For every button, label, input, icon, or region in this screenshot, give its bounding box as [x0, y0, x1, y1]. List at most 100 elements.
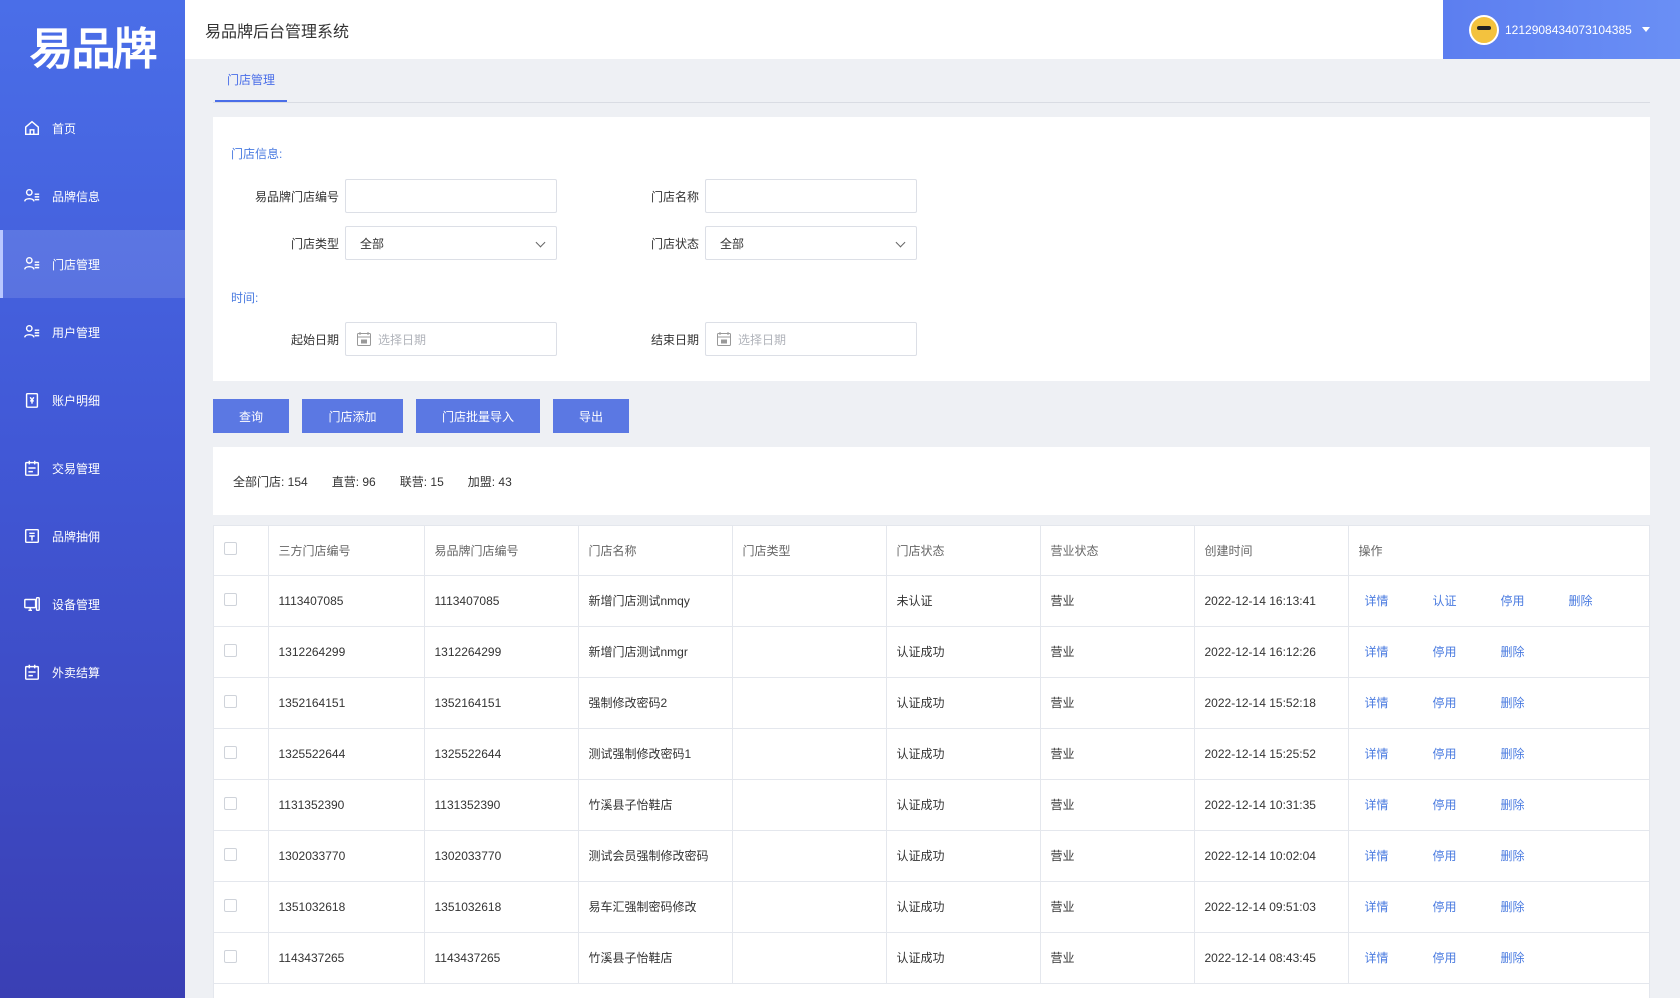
store-icon [22, 254, 42, 274]
row-action-link[interactable]: 删除 [1495, 949, 1563, 966]
select-all-checkbox[interactable] [224, 542, 237, 556]
row-action-link[interactable]: 停用 [1495, 592, 1563, 609]
row-action-link[interactable]: 详情 [1359, 847, 1427, 864]
cell-store-no: 1352164151 [424, 677, 579, 729]
store-type-select[interactable]: 全部 [345, 226, 557, 260]
chevron-down-icon [535, 237, 546, 248]
column-header: 门店名称 [578, 526, 733, 576]
cell-name: 新增门店测试nmqy [578, 575, 733, 627]
sidebar-item-settlement[interactable]: 外卖结算 [0, 638, 185, 706]
cell-created: 2022-12-14 16:12:26 [1194, 626, 1349, 678]
row-select-cell [214, 779, 269, 831]
row-checkbox[interactable] [224, 694, 237, 708]
row-action-link[interactable]: 删除 [1563, 592, 1631, 609]
column-header: 营业状态 [1040, 526, 1195, 576]
tab-store-management[interactable]: 门店管理 [215, 58, 288, 102]
cell-type [732, 881, 887, 933]
store-type-label: 门店类型 [290, 236, 339, 251]
store-status-select[interactable]: 全部 [705, 226, 917, 260]
table-row: 1325522644 1325522644 测试强制修改密码1 认证成功 营业 2022-… [214, 728, 1649, 780]
store-stats: 全部门店: 154 直营: 96 联营: 15 加盟: 43 [213, 447, 1650, 515]
cell-created: 2022-12-14 10:02:04 [1194, 830, 1349, 882]
store-name-input[interactable] [705, 179, 917, 213]
table-row: 1113407085 1113407085 新增门店测试nmqy 未认证 营业 2022-… [214, 575, 1649, 627]
row-checkbox[interactable] [224, 847, 237, 861]
sidebar-item-device[interactable]: 设备管理 [0, 570, 185, 638]
user-menu[interactable]: 1212908434073104385 [1443, 0, 1680, 59]
row-action-link[interactable]: 停用 [1427, 898, 1495, 915]
column-header: 创建时间 [1194, 526, 1349, 576]
sidebar-item-brand-info[interactable]: 品牌信息 [0, 162, 185, 230]
row-action-link[interactable]: 停用 [1427, 745, 1495, 762]
row-checkbox[interactable] [224, 745, 237, 759]
sidebar-item-store[interactable]: 门店管理 [0, 230, 185, 298]
row-action-link[interactable]: 删除 [1495, 745, 1563, 762]
cell-third-no: 1351032618 [268, 881, 425, 933]
sidebar-item-label: 首页 [52, 121, 77, 136]
store-no-input[interactable] [345, 179, 557, 213]
store-status-row: 门店状态 全部 [605, 226, 917, 260]
cell-third-no: 1143437265 [268, 932, 425, 984]
start-date-picker[interactable]: 选择日期 [345, 322, 557, 356]
cell-name: 测试会员强制修改密码 [578, 830, 733, 882]
row-action-link[interactable]: 删除 [1495, 694, 1563, 711]
system-title: 易品牌后台管理系统 [205, 23, 350, 41]
store-name-row: 门店名称 [605, 179, 917, 213]
cell-type [732, 779, 887, 831]
stat-franchise: 加盟: 43 [467, 474, 512, 489]
row-action-link[interactable]: 删除 [1495, 796, 1563, 813]
logo: 易品牌 [0, 0, 185, 90]
sidebar-item-trade[interactable]: 交易管理 [0, 434, 185, 502]
cell-operations: 详情 停用 删除 [1348, 626, 1649, 678]
row-action-link[interactable]: 认证 [1427, 592, 1495, 609]
sidebar-item-commission[interactable]: 品牌抽佣 [0, 502, 185, 570]
sidebar-item-home[interactable]: 首页 [0, 94, 185, 162]
batch-import-button[interactable]: 门店批量导入 [416, 399, 540, 433]
row-checkbox[interactable] [224, 643, 237, 657]
row-checkbox[interactable] [224, 898, 237, 912]
store-info-section-label: 门店信息: [231, 147, 283, 161]
row-action-link[interactable]: 停用 [1427, 949, 1495, 966]
row-action-link[interactable]: 详情 [1359, 796, 1427, 813]
add-store-button[interactable]: 门店添加 [302, 399, 403, 433]
row-action-link[interactable]: 删除 [1495, 847, 1563, 864]
sidebar-item-user[interactable]: 用户管理 [0, 298, 185, 366]
cell-business: 营业 [1040, 728, 1195, 780]
cell-created: 2022-12-14 08:43:45 [1194, 932, 1349, 984]
row-action-link[interactable]: 停用 [1427, 847, 1495, 864]
chevron-down-icon [1641, 27, 1650, 32]
row-action-link[interactable]: 详情 [1359, 898, 1427, 915]
cell-store-no: 1325522644 [424, 728, 579, 780]
cell-status: 认证成功 [886, 677, 1041, 729]
tab-bar: 门店管理 [213, 59, 1650, 103]
table-body: 1113407085 1113407085 新增门店测试nmqy 未认证 营业 2022-… [214, 575, 1649, 984]
table-row: 1351032618 1351032618 易车汇强制密码修改 认证成功 营业 2022-… [214, 881, 1649, 933]
row-checkbox[interactable] [224, 949, 237, 963]
column-header: 门店类型 [732, 526, 887, 576]
account-icon [22, 390, 42, 410]
cell-status: 认证成功 [886, 728, 1041, 780]
row-action-link[interactable]: 停用 [1427, 796, 1495, 813]
row-action-link[interactable]: 详情 [1359, 949, 1427, 966]
cell-business: 营业 [1040, 830, 1195, 882]
export-button[interactable]: 导出 [553, 399, 629, 433]
row-checkbox[interactable] [224, 796, 237, 810]
cell-name: 竹溪县子怡鞋店 [578, 779, 733, 831]
row-action-link[interactable]: 详情 [1359, 745, 1427, 762]
row-action-link[interactable]: 删除 [1495, 898, 1563, 915]
row-action-link[interactable]: 删除 [1495, 643, 1563, 660]
row-action-link[interactable]: 详情 [1359, 643, 1427, 660]
row-select-cell [214, 575, 269, 627]
row-action-link[interactable]: 停用 [1427, 694, 1495, 711]
query-button[interactable]: 查询 [213, 399, 289, 433]
sidebar-item-label: 设备管理 [52, 597, 101, 612]
sidebar-item-account[interactable]: 账户明细 [0, 366, 185, 434]
end-date-picker[interactable]: 选择日期 [705, 322, 917, 356]
row-action-link[interactable]: 停用 [1427, 643, 1495, 660]
row-checkbox[interactable] [224, 592, 237, 606]
row-action-link[interactable]: 详情 [1359, 694, 1427, 711]
end-date-row: 结束日期 选择日期 [605, 322, 917, 356]
cell-business: 营业 [1040, 677, 1195, 729]
column-header: 易品牌门店编号 [424, 526, 579, 576]
row-action-link[interactable]: 详情 [1359, 592, 1427, 609]
